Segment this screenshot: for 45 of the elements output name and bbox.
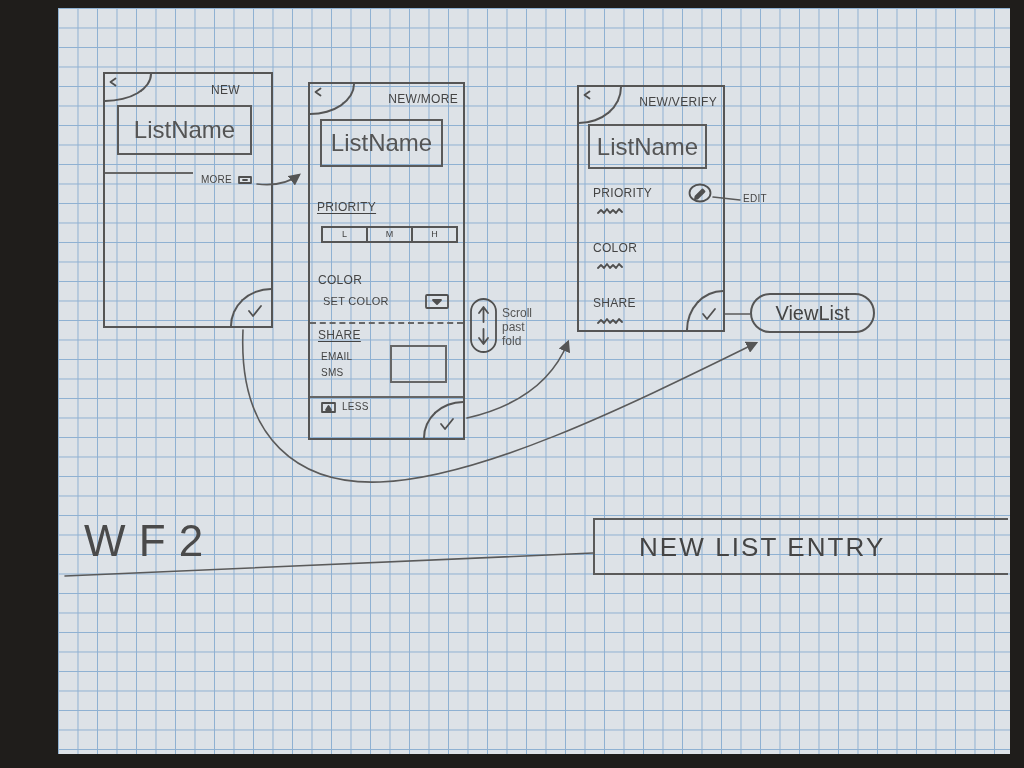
section-label: PRIORITY [317,200,377,215]
check-icon [700,307,717,321]
priority-option[interactable]: M [366,226,413,243]
squiggle-icon [597,262,623,270]
caret-box-icon [425,294,449,309]
list-name-field[interactable]: ListName [117,105,252,155]
screen-heading: NEW/VERIFY [639,95,717,109]
summary-label: COLOR [593,240,638,256]
screen-heading: NEW [211,83,240,97]
chevron-left-icon [109,77,117,87]
back-button[interactable] [579,87,622,124]
share-field[interactable] [390,345,447,383]
more-toggle[interactable]: MORE [201,174,252,186]
view-list-button[interactable]: ViewList [750,293,875,333]
squiggle-icon [597,317,623,325]
list-name-field[interactable]: ListName [320,119,443,167]
back-button[interactable] [310,84,355,115]
squiggle-icon [597,207,623,215]
back-button[interactable] [105,74,152,102]
confirm-button[interactable] [423,401,463,438]
wireframe-label: WF2 [84,516,217,566]
caret-up-box-icon [321,401,336,413]
priority-option[interactable]: L [321,226,368,243]
minus-box-icon [238,176,252,184]
color-dropdown[interactable]: SET COLOR [323,294,449,309]
section-label: SHARE [318,328,361,343]
scroll-arrows-icon [470,298,497,353]
share-option: EMAIL [321,351,353,363]
chevron-left-icon [583,90,591,100]
share-option: SMS [321,367,353,379]
less-toggle[interactable]: LESS [321,401,369,413]
chevron-left-icon [314,87,322,97]
summary-label: SHARE [593,295,636,311]
list-name-field[interactable]: ListName [588,124,707,169]
section-label: COLOR [318,273,363,288]
edit-note: EDIT [743,193,767,205]
confirm-button[interactable] [230,288,271,326]
confirm-button[interactable] [686,290,723,330]
scroll-note: Scroll past fold [502,306,533,348]
screen-heading: NEW/MORE [388,92,458,106]
priority-option[interactable]: H [411,226,458,243]
check-icon [246,304,263,318]
summary-label: PRIORITY [593,185,653,201]
sheet-title: NEW LIST ENTRY [639,531,886,562]
check-icon [439,416,455,431]
